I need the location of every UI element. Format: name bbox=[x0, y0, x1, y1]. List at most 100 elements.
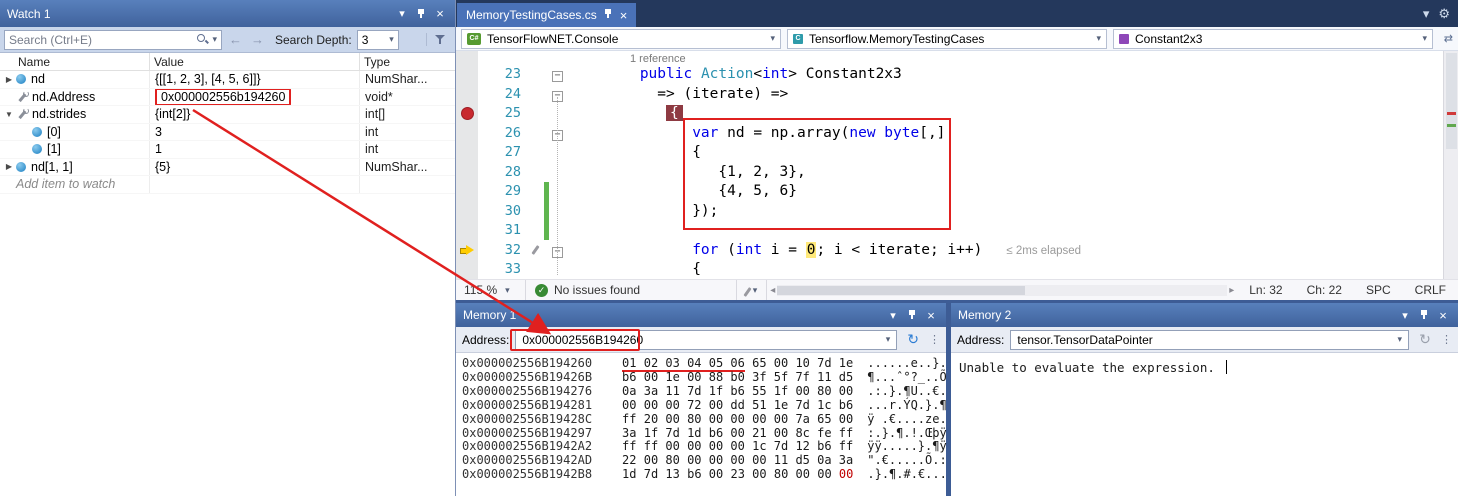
code-line[interactable]: 31 bbox=[456, 221, 1458, 241]
refresh-icon[interactable]: ↻ bbox=[1415, 331, 1435, 348]
breakpoint-margin[interactable] bbox=[456, 163, 478, 183]
code-cleanup-button[interactable]: ▾ bbox=[736, 280, 768, 300]
toolbar-overflow-icon[interactable]: ⋮ bbox=[929, 333, 940, 346]
code-line[interactable]: 29{4, 5, 6} bbox=[456, 182, 1458, 202]
scroll-right-icon[interactable]: ▸ bbox=[1229, 285, 1234, 296]
member-dropdown[interactable]: Constant2x3 ▾ bbox=[1113, 29, 1433, 49]
watch-filter-button[interactable] bbox=[426, 33, 447, 46]
expand-icon[interactable]: ▶ bbox=[2, 75, 16, 84]
hscroll-thumb[interactable] bbox=[777, 286, 1024, 295]
memory-rows[interactable]: 0x000002556B19426001 02 03 04 05 06 65 0… bbox=[456, 353, 946, 482]
breakpoint-margin[interactable] bbox=[456, 260, 478, 279]
breakpoint-margin[interactable] bbox=[456, 65, 478, 85]
codelens-references[interactable]: 1 reference bbox=[630, 53, 686, 65]
breakpoint-margin[interactable] bbox=[456, 202, 478, 222]
tab-pin-icon[interactable] bbox=[604, 8, 613, 23]
gear-icon[interactable]: ⚙ bbox=[1438, 6, 1450, 22]
document-tab-strip: MemoryTestingCases.cs × ▾ ⚙ bbox=[456, 0, 1458, 27]
breakpoint-margin[interactable] bbox=[456, 241, 478, 261]
watch-titlebar[interactable]: Watch 1 ▾ × bbox=[0, 0, 455, 27]
scroll-left-icon[interactable]: ◂ bbox=[770, 285, 775, 296]
code-line[interactable]: 25{ bbox=[456, 104, 1458, 124]
status-spaces-mode[interactable]: SPC bbox=[1354, 283, 1403, 297]
search-back-icon[interactable]: ← bbox=[227, 32, 244, 47]
code-line[interactable]: 26−var nd = np.array(new byte[,] bbox=[456, 124, 1458, 144]
code-line[interactable]: 27{ bbox=[456, 143, 1458, 163]
watch-row[interactable]: Add item to watch bbox=[0, 176, 455, 194]
window-position-icon[interactable]: ▾ bbox=[885, 309, 901, 322]
editor-vertical-scrollbar[interactable] bbox=[1443, 51, 1458, 279]
code-line[interactable]: 24−=> (iterate) => bbox=[456, 85, 1458, 105]
refresh-icon[interactable]: ↻ bbox=[903, 331, 923, 348]
breakpoint-margin[interactable] bbox=[456, 221, 478, 241]
search-icon[interactable] bbox=[196, 33, 209, 46]
memory-row: 0x000002556B1942760a 3a 11 7d 1f b6 55 1… bbox=[462, 385, 946, 399]
expand-icon[interactable]: ▶ bbox=[2, 162, 16, 171]
close-icon[interactable]: × bbox=[923, 309, 939, 322]
memory-bytes: 0a 3a 11 7d 1f b6 55 1f 00 80 00 bbox=[622, 384, 853, 398]
memory1-titlebar[interactable]: Memory 1 ▾ × bbox=[456, 303, 946, 327]
status-line-ending[interactable]: CRLF bbox=[1403, 283, 1458, 297]
project-dropdown[interactable]: C# TensorFlowNET.Console ▾ bbox=[461, 29, 781, 49]
issues-ok-icon: ✓ bbox=[535, 284, 548, 297]
search-depth-combo[interactable]: 3 ▾ bbox=[357, 30, 399, 50]
close-icon[interactable]: × bbox=[432, 7, 448, 20]
code-line[interactable]: 33{ bbox=[456, 260, 1458, 279]
watch-row[interactable]: ▼nd.strides{int[2]}int[] bbox=[0, 106, 455, 124]
watch-row[interactable]: ▶nd{[[1, 2, 3], [4, 5, 6]]}NumShar... bbox=[0, 71, 455, 89]
watch-row[interactable]: [1]1int bbox=[0, 141, 455, 159]
breakpoint-margin[interactable] bbox=[456, 85, 478, 105]
code-line[interactable]: 28{1, 2, 3}, bbox=[456, 163, 1458, 183]
code-line[interactable]: 23−public Action<int> Constant2x3 bbox=[456, 65, 1458, 85]
memory1-address-input[interactable]: 0x000002556B194260 ▾ bbox=[515, 330, 897, 350]
watch-row[interactable]: nd.Address0x000002556b194260void* bbox=[0, 89, 455, 107]
watch-search-input[interactable] bbox=[9, 33, 193, 47]
watch-row[interactable]: [0]3int bbox=[0, 124, 455, 142]
memory-ascii: ¶...ˆ°?_..Õ bbox=[867, 370, 946, 384]
search-forward-icon[interactable]: → bbox=[249, 32, 266, 47]
window-position-icon[interactable]: ▾ bbox=[1397, 309, 1413, 322]
toolbar-overflow-icon[interactable]: ⋮ bbox=[1441, 333, 1452, 346]
chevron-down-icon[interactable]: ▾ bbox=[886, 334, 891, 345]
status-line-number[interactable]: Ln: 32 bbox=[1237, 283, 1294, 297]
pin-icon[interactable] bbox=[904, 309, 920, 321]
breakpoint-margin[interactable] bbox=[456, 182, 478, 202]
column-header-type[interactable]: Type bbox=[360, 53, 455, 70]
collapse-icon[interactable]: ▼ bbox=[2, 110, 16, 119]
memory2-title: Memory 2 bbox=[958, 308, 1394, 322]
hscroll-track[interactable] bbox=[777, 285, 1227, 296]
tab-list-chevron-icon[interactable]: ▾ bbox=[1423, 6, 1430, 22]
type-dropdown[interactable]: C Tensorflow.MemoryTestingCases ▾ bbox=[787, 29, 1107, 49]
column-header-value[interactable]: Value bbox=[150, 53, 360, 70]
watch-row[interactable]: ▶nd[1, 1]{5}NumShar... bbox=[0, 159, 455, 177]
search-input-wrap[interactable]: ▾ bbox=[4, 30, 222, 50]
search-options-chevron-icon[interactable]: ▾ bbox=[212, 34, 217, 45]
memory-row: 0x000002556B19426001 02 03 04 05 06 65 0… bbox=[462, 357, 946, 371]
collapse-region-icon[interactable]: − bbox=[552, 71, 563, 82]
chevron-down-icon[interactable]: ▾ bbox=[1397, 334, 1402, 345]
status-column-number[interactable]: Ch: 22 bbox=[1295, 283, 1354, 297]
tab-close-icon[interactable]: × bbox=[620, 9, 628, 22]
pin-icon[interactable] bbox=[413, 8, 429, 20]
memory2-address-input[interactable]: tensor.TensorDataPointer ▾ bbox=[1010, 330, 1409, 350]
issues-indicator[interactable]: ✓ No issues found bbox=[526, 280, 649, 300]
breakpoint-icon[interactable] bbox=[461, 107, 474, 120]
code-line[interactable]: 32−for (int i = 0; i < iterate; i++)≤ 2m… bbox=[456, 241, 1458, 261]
window-position-icon[interactable]: ▾ bbox=[394, 7, 410, 20]
memory2-message-area[interactable]: Unable to evaluate the expression. bbox=[951, 353, 1458, 382]
column-header-name[interactable]: Name bbox=[0, 53, 150, 70]
code-area[interactable]: 1 reference 23−public Action<int> Consta… bbox=[456, 51, 1458, 279]
editor-horizontal-scrollbar[interactable]: ◂ ▸ bbox=[767, 280, 1237, 300]
close-icon[interactable]: × bbox=[1435, 309, 1451, 322]
code-line[interactable]: 30}); bbox=[456, 202, 1458, 222]
memory2-titlebar[interactable]: Memory 2 ▾ × bbox=[951, 303, 1458, 327]
scrollbar-thumb[interactable] bbox=[1446, 53, 1457, 149]
breakpoint-margin[interactable] bbox=[456, 124, 478, 144]
navbar-extra-icon[interactable]: ⇄ bbox=[1444, 32, 1453, 45]
zoom-combo[interactable]: 115 % ▾ bbox=[456, 280, 526, 300]
breakpoint-margin[interactable] bbox=[456, 143, 478, 163]
breakpoint-margin[interactable] bbox=[456, 104, 478, 124]
pin-icon[interactable] bbox=[1416, 309, 1432, 321]
tab-memorytestingcases[interactable]: MemoryTestingCases.cs × bbox=[457, 3, 636, 27]
sphere-icon bbox=[32, 127, 42, 137]
